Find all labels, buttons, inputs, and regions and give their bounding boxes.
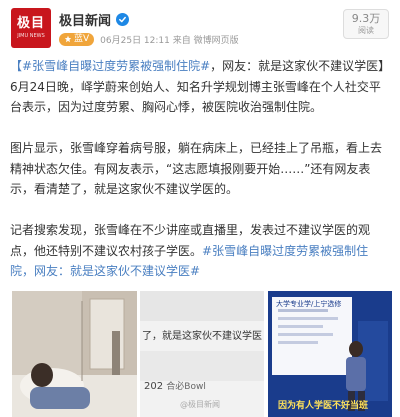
- title-topic-link[interactable]: #张雪峰自曝过度劳累被强制住院#: [22, 59, 210, 73]
- views-count: 9.3万: [351, 12, 381, 25]
- paragraph-1: 6月24日晚，峄学蔚来创始人、知名升学规划博主张雪峰在个人社交平台表示，因为过度…: [10, 79, 381, 115]
- video-stat: 202 合必Bowl: [144, 379, 206, 392]
- title-rest: ，网友：就是这家伙不建议学医: [210, 59, 379, 73]
- post-content: 【#张雪峰自曝过度劳累被强制住院#，网友：就是这家伙不建议学医】 6月24日晚，…: [10, 56, 392, 302]
- avatar-subtext: JIMU NEWS: [17, 33, 45, 39]
- video-screenshot[interactable]: 了，就是这家伙不建议学医 202 合必Bowl @极目新闻: [140, 291, 264, 417]
- weibo-post-card: 极目 JIMU NEWS 极目新闻 蓝V 06月25日 12:11 来自 微博网…: [0, 0, 400, 417]
- post-meta-row: 蓝V 06月25日 12:11 来自 微博网页版: [59, 32, 239, 46]
- avatar[interactable]: 极目 JIMU NEWS: [11, 8, 51, 48]
- hospital-scene-graphic: [12, 291, 137, 417]
- author-name[interactable]: 极目新闻: [59, 10, 111, 29]
- member-tag-icon: [64, 35, 72, 43]
- video-stat-number: 202: [144, 381, 164, 392]
- views-box: 9.3万 阅读: [343, 9, 389, 39]
- member-tag: 蓝V: [59, 32, 95, 46]
- title-bracket-open: 【: [10, 59, 23, 73]
- post-timestamp: 06月25日 12:11 来自 微博网页版: [100, 35, 239, 46]
- title-bracket-close: 】: [378, 59, 391, 73]
- lecture-photo[interactable]: 大学专业学/上宁选修 因为有人学医不好当班: [268, 291, 392, 417]
- avatar-text: 极目: [16, 16, 45, 31]
- hospital-photo[interactable]: [12, 291, 137, 417]
- video-stat-suffix: 合必Bowl: [166, 382, 206, 392]
- video-watermark: @极目新闻: [180, 400, 220, 409]
- paragraph-2: 图片显示，张雪峰穿着病号服，躺在病床上，已经挂上了吊瓶，看上去精神状态欠佳。有网…: [10, 141, 383, 196]
- post-header: 极目 JIMU NEWS 极目新闻 蓝V 06月25日 12:11 来自 微博网…: [11, 8, 391, 48]
- views-label: 阅读: [358, 26, 374, 35]
- video-caption: 了，就是这家伙不建议学医: [142, 331, 262, 342]
- post-title: 【#张雪峰自曝过度劳累被强制住院#，网友：就是这家伙不建议学医】: [10, 56, 392, 77]
- lecture-banner: 因为有人学医不好当班: [278, 401, 369, 411]
- member-tag-label: 蓝V: [74, 33, 90, 44]
- slide-title: 大学专业学/上宁选修: [276, 300, 342, 308]
- author-row: 极目新闻: [59, 10, 130, 29]
- paragraph-3: 记者搜索发现，张雪峰在不少讲座或直播里，发表过不建议学医的观点，他还特别不建议农…: [10, 220, 392, 282]
- verified-badge-icon: [116, 12, 130, 26]
